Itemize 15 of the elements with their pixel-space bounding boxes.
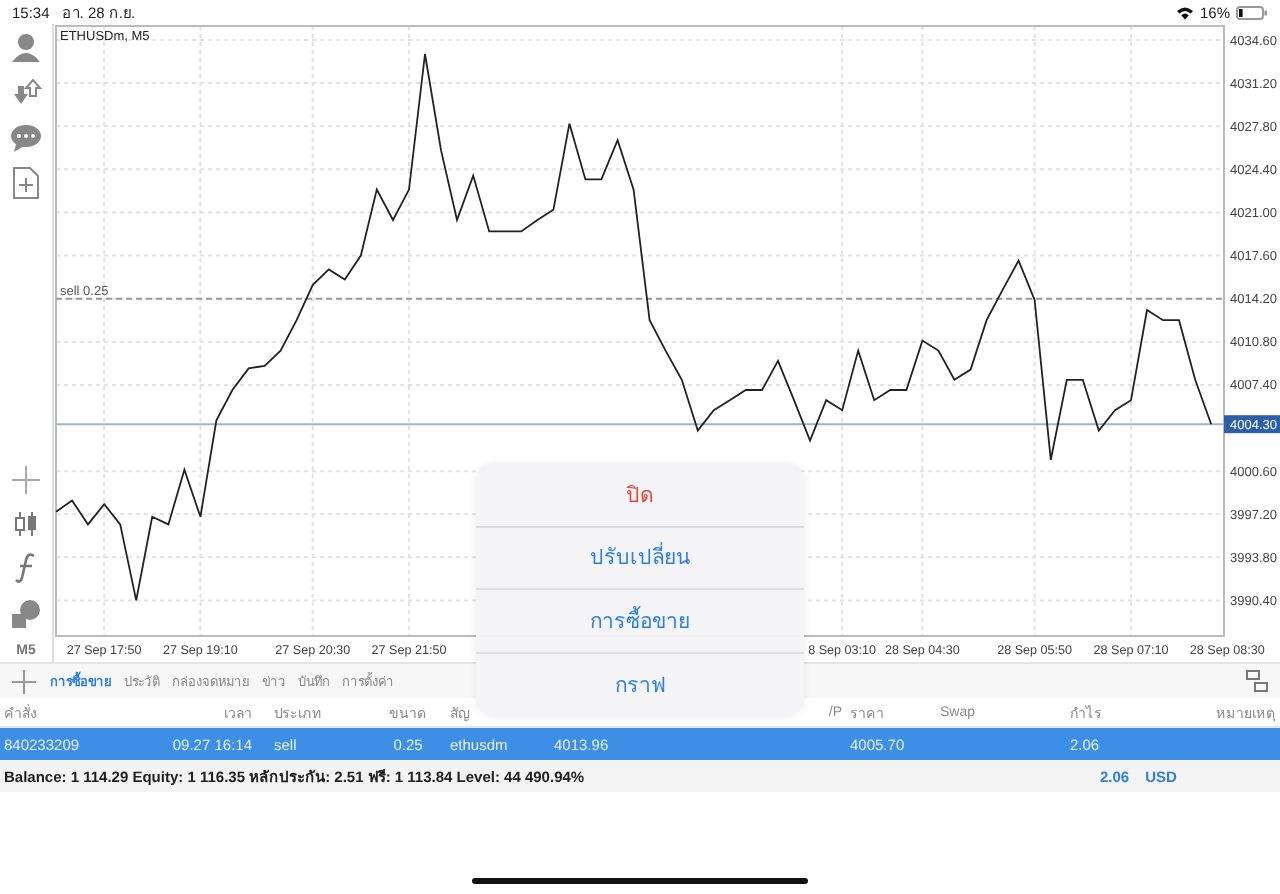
add-icon[interactable] bbox=[8, 667, 40, 695]
account-icon[interactable] bbox=[10, 32, 42, 64]
menu-item[interactable]: กราฟ bbox=[476, 653, 804, 716]
candlestick-icon[interactable] bbox=[12, 510, 40, 538]
function-icon[interactable] bbox=[14, 552, 38, 584]
menu-item[interactable]: ปรับเปลี่ยน bbox=[476, 527, 804, 590]
chat-icon[interactable] bbox=[10, 124, 42, 152]
new-document-icon[interactable] bbox=[12, 166, 40, 200]
menu-item[interactable]: การซื้อขาย bbox=[476, 590, 804, 653]
wifi-icon bbox=[1175, 5, 1194, 19]
crosshair-icon[interactable] bbox=[10, 464, 42, 496]
layout-icon[interactable] bbox=[1246, 670, 1268, 692]
shapes-icon[interactable] bbox=[10, 598, 42, 630]
battery-icon bbox=[1236, 5, 1268, 19]
menu-item[interactable]: ปิด bbox=[476, 464, 804, 527]
